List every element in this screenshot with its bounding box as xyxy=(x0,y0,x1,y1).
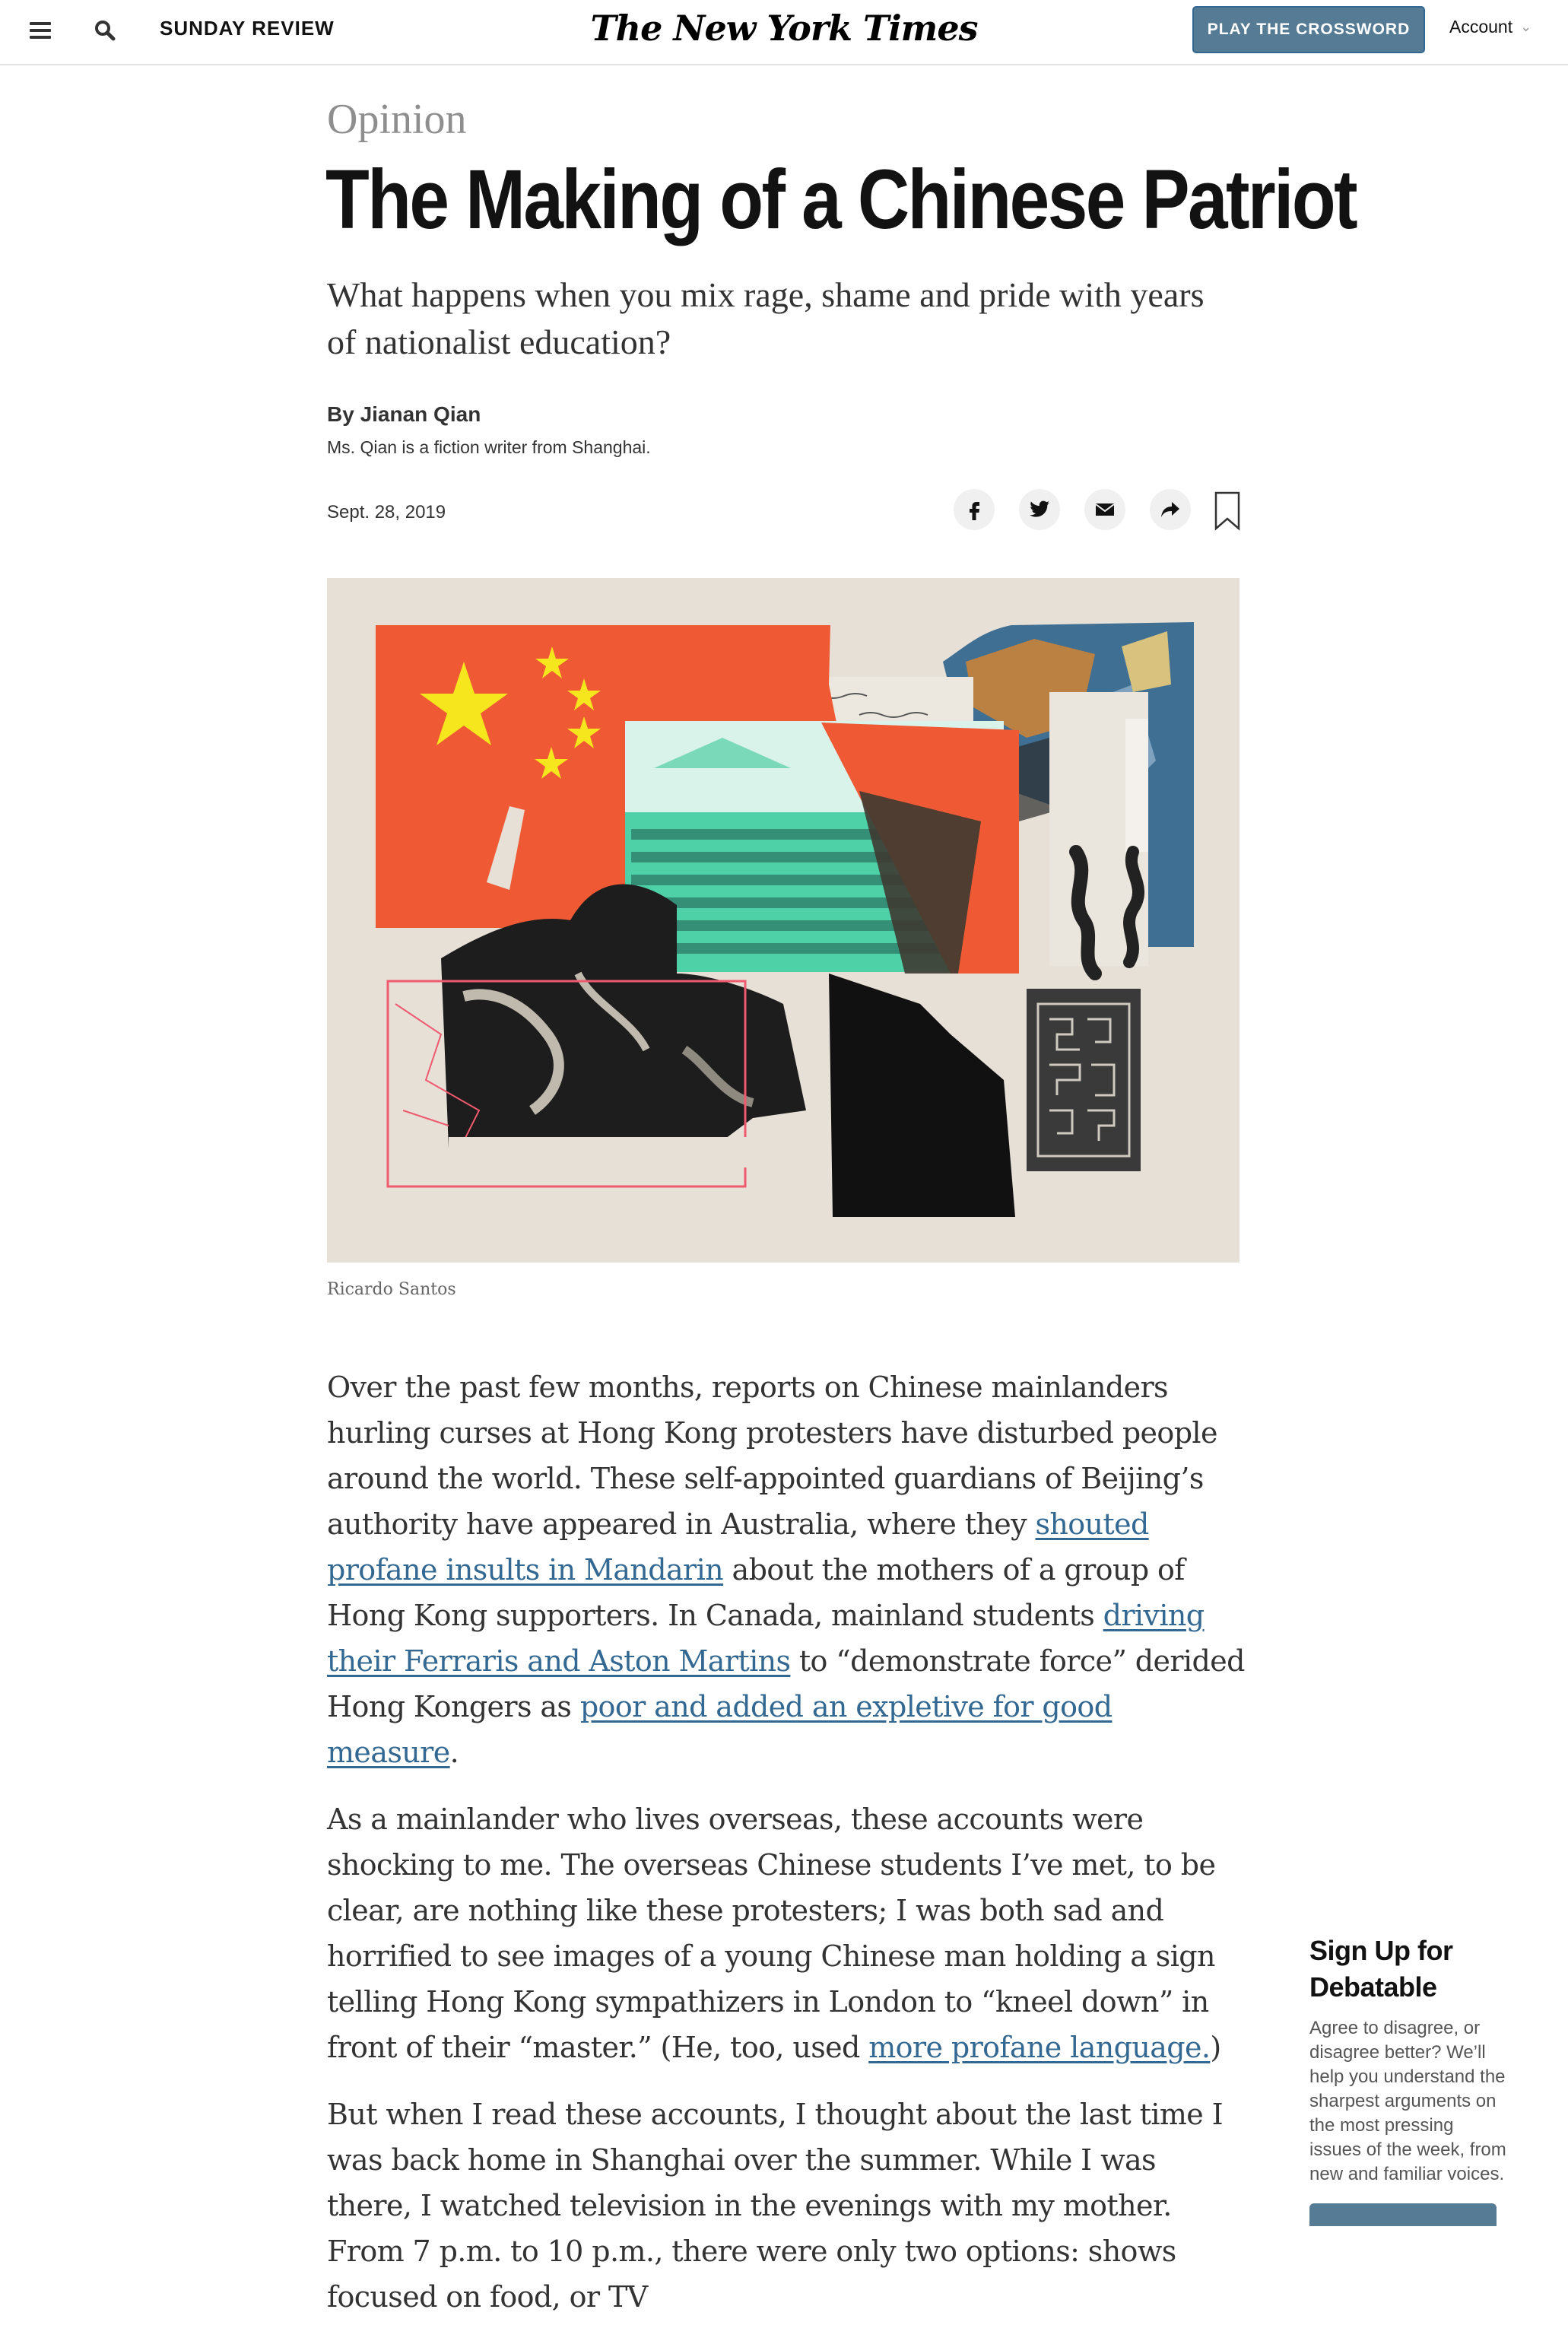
article-summary: What happens when you mix rage, shame an… xyxy=(327,275,1205,361)
nyt-logo-link[interactable]: The New York Times xyxy=(590,8,978,49)
newsletter-promo: Sign Up for Debatable Agree to disagree,… xyxy=(1309,1933,1509,2226)
promo-title[interactable]: Sign Up for Debatable xyxy=(1309,1933,1509,2006)
promo-description: Agree to disagree, or disagree better? W… xyxy=(1309,2018,1506,2184)
masthead: SUNDAY REVIEW The New York Times PLAY TH… xyxy=(0,0,1568,65)
play-crossword-button[interactable]: PLAY THE CROSSWORD xyxy=(1192,6,1425,53)
paragraph-1: Over the past few months, reports on Chi… xyxy=(327,1364,1247,1775)
p2-text-2: ) xyxy=(1210,2031,1221,2064)
share-icon xyxy=(1161,502,1179,517)
facebook-icon xyxy=(970,502,979,520)
paragraph-3: But when I read these accounts, I though… xyxy=(327,2098,1224,2314)
publish-date: Sept. 28, 2019 xyxy=(327,502,446,523)
byline-prefix: By xyxy=(327,402,360,426)
p1-text-4: . xyxy=(449,1736,459,1769)
p2-text-1: As a mainlander who lives overseas, thes… xyxy=(327,1803,1216,2064)
email-share-button[interactable] xyxy=(1084,489,1125,530)
lead-image-collage xyxy=(327,578,1239,1263)
twitter-icon xyxy=(1030,500,1049,517)
facebook-share-button[interactable] xyxy=(954,489,995,530)
author-bio: Ms. Qian is a fiction writer from Shangh… xyxy=(327,437,651,457)
byline: By Jianan Qian xyxy=(327,402,481,427)
author-link[interactable]: Jianan Qian xyxy=(360,402,481,426)
bookmark-icon xyxy=(1214,491,1240,531)
account-menu[interactable]: Account ⌄ xyxy=(1449,17,1531,37)
account-label: Account xyxy=(1449,17,1513,37)
more-share-button[interactable] xyxy=(1150,489,1191,530)
email-icon xyxy=(1095,503,1115,516)
chevron-down-icon: ⌄ xyxy=(1520,19,1532,34)
promo-signup-button[interactable] xyxy=(1309,2203,1497,2226)
image-credit: Ricardo Santos xyxy=(327,1280,456,1299)
paragraph-2: As a mainlander who lives overseas, thes… xyxy=(327,1796,1247,2070)
twitter-share-button[interactable] xyxy=(1019,489,1060,530)
headline: The Making of a Chinese Patriot xyxy=(325,153,1358,246)
opinion-kicker[interactable]: Opinion xyxy=(327,95,467,144)
bookmark-button[interactable] xyxy=(1214,491,1241,531)
link-more-profane-language[interactable]: more profane language. xyxy=(868,2031,1211,2064)
story-body: Over the past few months, reports on Chi… xyxy=(327,1364,1247,2341)
